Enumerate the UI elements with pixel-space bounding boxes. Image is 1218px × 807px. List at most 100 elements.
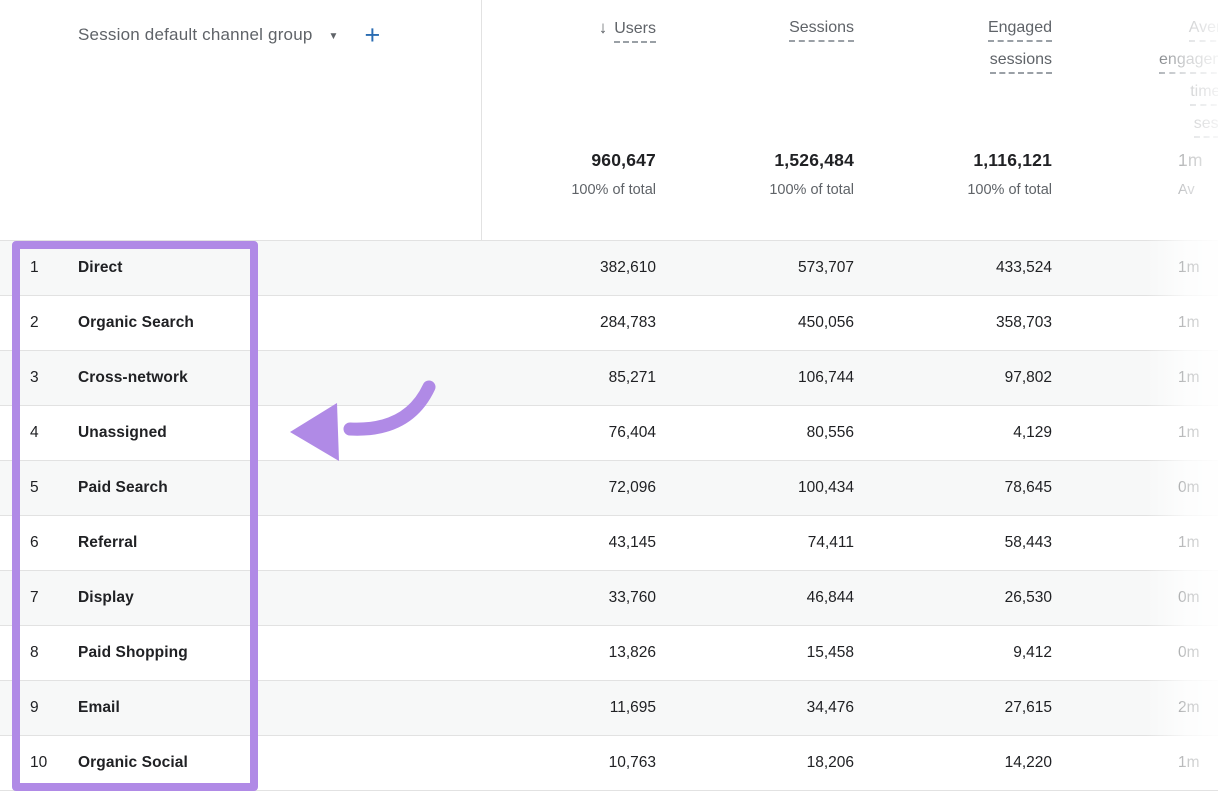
sessions-value: 46,844 bbox=[807, 571, 854, 625]
row-rank: 3 bbox=[30, 351, 39, 405]
users-header-label: Users bbox=[614, 19, 656, 43]
sessions-header-label: Sessions bbox=[789, 18, 854, 42]
channel-name: Organic Social bbox=[78, 736, 188, 790]
sessions-value: 573,707 bbox=[798, 241, 854, 295]
dimension-header: Session default channel group ▼ + bbox=[78, 23, 380, 47]
totals-users-percent: 100% of total bbox=[571, 182, 656, 198]
channel-name: Paid Search bbox=[78, 461, 168, 515]
column-header-avg-engagement-time[interactable]: Average engagement time per session bbox=[1159, 18, 1218, 146]
table-row: 2 Organic Search 284,783 450,056 358,703… bbox=[0, 296, 1218, 351]
row-rank: 6 bbox=[30, 516, 39, 570]
channel-name: Unassigned bbox=[78, 406, 167, 460]
users-value: 76,404 bbox=[609, 406, 656, 460]
sessions-value: 450,056 bbox=[798, 296, 854, 350]
sessions-value: 100,434 bbox=[798, 461, 854, 515]
totals-sessions-value: 1,526,484 bbox=[769, 150, 854, 171]
engaged-sessions-value: 14,220 bbox=[1005, 736, 1052, 790]
users-value: 85,271 bbox=[609, 351, 656, 405]
avg-engagement-time-value: 1m bbox=[1178, 406, 1200, 460]
totals-row: 960,647 100% of total 1,526,484 100% of … bbox=[0, 150, 1218, 240]
channel-name: Referral bbox=[78, 516, 137, 570]
avg-engagement-time-value: 1m bbox=[1178, 736, 1200, 790]
totals-sessions: 1,526,484 100% of total bbox=[769, 150, 854, 198]
table-row: 6 Referral 43,145 74,411 58,443 1m bbox=[0, 516, 1218, 571]
engaged-sessions-value: 97,802 bbox=[1005, 351, 1052, 405]
row-rank: 7 bbox=[30, 571, 39, 625]
totals-users: 960,647 100% of total bbox=[571, 150, 656, 198]
users-value: 284,783 bbox=[600, 296, 656, 350]
totals-engaged-value: 1,116,121 bbox=[967, 150, 1052, 171]
analytics-table-screen: Session default channel group ▼ + ↓ Users… bbox=[0, 0, 1218, 807]
engaged-sessions-value: 26,530 bbox=[1005, 571, 1052, 625]
engaged-sessions-value: 9,412 bbox=[1013, 626, 1052, 680]
sessions-value: 15,458 bbox=[807, 626, 854, 680]
engaged-sessions-value: 78,645 bbox=[1005, 461, 1052, 515]
row-rank: 2 bbox=[30, 296, 39, 350]
avg-engagement-time-value: 2m bbox=[1178, 681, 1200, 735]
totals-engaged-sessions: 1,116,121 100% of total bbox=[967, 150, 1052, 198]
table-row: 9 Email 11,695 34,476 27,615 2m bbox=[0, 681, 1218, 736]
sessions-value: 74,411 bbox=[808, 516, 854, 570]
channel-name: Display bbox=[78, 571, 134, 625]
engaged-header-line1: Engaged bbox=[988, 18, 1052, 42]
avg-header-line1: Average bbox=[1189, 18, 1218, 42]
table-row: 1 Direct 382,610 573,707 433,524 1m bbox=[0, 241, 1218, 296]
channel-name: Paid Shopping bbox=[78, 626, 188, 680]
users-value: 72,096 bbox=[609, 461, 656, 515]
row-rank: 9 bbox=[30, 681, 39, 735]
row-rank: 10 bbox=[30, 736, 47, 790]
dimension-dropdown[interactable]: Session default channel group bbox=[78, 25, 313, 45]
users-value: 33,760 bbox=[609, 571, 656, 625]
engaged-sessions-value: 58,443 bbox=[1005, 516, 1052, 570]
totals-avg-engagement-time: 1m Av bbox=[1178, 150, 1203, 198]
table-row: 5 Paid Search 72,096 100,434 78,645 0m bbox=[0, 461, 1218, 516]
row-rank: 8 bbox=[30, 626, 39, 680]
engaged-sessions-value: 358,703 bbox=[996, 296, 1052, 350]
sessions-value: 34,476 bbox=[807, 681, 854, 735]
row-rank: 4 bbox=[30, 406, 39, 460]
sort-descending-icon: ↓ bbox=[599, 18, 608, 38]
sessions-value: 80,556 bbox=[807, 406, 854, 460]
users-value: 11,695 bbox=[610, 681, 656, 735]
column-header-engaged-sessions[interactable]: Engaged sessions bbox=[988, 18, 1052, 82]
totals-sessions-percent: 100% of total bbox=[769, 182, 854, 198]
totals-engaged-percent: 100% of total bbox=[967, 182, 1052, 198]
row-rank: 1 bbox=[30, 241, 39, 295]
avg-header-line4: session bbox=[1194, 114, 1218, 138]
sessions-value: 106,744 bbox=[798, 351, 854, 405]
engaged-sessions-value: 27,615 bbox=[1005, 681, 1052, 735]
avg-header-line3: time per bbox=[1190, 82, 1218, 106]
engaged-sessions-value: 433,524 bbox=[996, 241, 1052, 295]
engaged-header-line2: sessions bbox=[990, 50, 1052, 74]
users-value: 43,145 bbox=[609, 516, 656, 570]
avg-header-line2: engagement bbox=[1159, 50, 1218, 74]
users-value: 382,610 bbox=[600, 241, 656, 295]
avg-engagement-time-value: 1m bbox=[1178, 351, 1200, 405]
chevron-down-icon[interactable]: ▼ bbox=[329, 31, 339, 42]
table-body: 1 Direct 382,610 573,707 433,524 1m 2 Or… bbox=[0, 240, 1218, 791]
avg-engagement-time-value: 1m bbox=[1178, 516, 1200, 570]
column-header-sessions[interactable]: Sessions bbox=[789, 18, 854, 50]
avg-engagement-time-value: 0m bbox=[1178, 571, 1200, 625]
totals-avg-value: 1m bbox=[1178, 150, 1203, 171]
avg-engagement-time-value: 0m bbox=[1178, 461, 1200, 515]
add-column-button[interactable]: + bbox=[364, 23, 380, 47]
engaged-sessions-value: 4,129 bbox=[1013, 406, 1052, 460]
table-row: 3 Cross-network 85,271 106,744 97,802 1m bbox=[0, 351, 1218, 406]
table-row: 8 Paid Shopping 13,826 15,458 9,412 0m bbox=[0, 626, 1218, 681]
row-rank: 5 bbox=[30, 461, 39, 515]
avg-engagement-time-value: 0m bbox=[1178, 626, 1200, 680]
column-header-users[interactable]: ↓ Users bbox=[599, 18, 656, 51]
channel-name: Direct bbox=[78, 241, 123, 295]
channel-name: Cross-network bbox=[78, 351, 188, 405]
table-row: 7 Display 33,760 46,844 26,530 0m bbox=[0, 571, 1218, 626]
avg-engagement-time-value: 1m bbox=[1178, 241, 1200, 295]
channel-name: Email bbox=[78, 681, 120, 735]
sessions-value: 18,206 bbox=[807, 736, 854, 790]
users-value: 13,826 bbox=[609, 626, 656, 680]
table-row: 4 Unassigned 76,404 80,556 4,129 1m bbox=[0, 406, 1218, 461]
channel-name: Organic Search bbox=[78, 296, 194, 350]
table-row: 10 Organic Social 10,763 18,206 14,220 1… bbox=[0, 736, 1218, 791]
totals-avg-sub: Av bbox=[1178, 182, 1203, 198]
users-value: 10,763 bbox=[609, 736, 656, 790]
